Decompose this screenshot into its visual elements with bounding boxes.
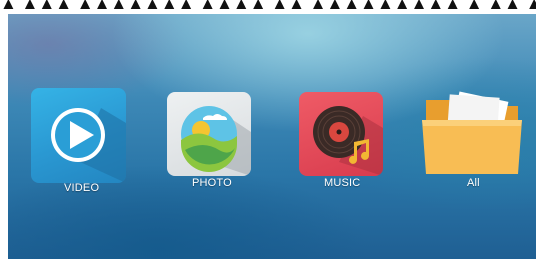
- launcher-screen: VIDEO PHOTO MUSIC All: [8, 14, 536, 259]
- photo-app-icon[interactable]: [167, 92, 251, 176]
- landscape-photo-icon: [181, 106, 251, 176]
- all-label: All: [467, 177, 480, 189]
- video-label: VIDEO: [64, 182, 100, 194]
- music-label: MUSIC: [324, 177, 361, 189]
- music-app-icon[interactable]: [299, 92, 383, 176]
- video-app-icon[interactable]: [31, 88, 126, 183]
- cropped-caption-text: ▲ ▲▲▲ ▲▲▲▲▲▲▲ ▲▲▲▲ ▲▲ ▲▲▲▲▲▲▲▲▲ ▲ ▲▲ ▲▲▲…: [0, 0, 536, 13]
- play-icon: [51, 108, 126, 183]
- photo-label: PHOTO: [192, 177, 232, 189]
- all-files-app-icon[interactable]: [418, 90, 528, 180]
- folder-icon: [422, 91, 522, 174]
- vinyl-record-icon: [313, 106, 383, 176]
